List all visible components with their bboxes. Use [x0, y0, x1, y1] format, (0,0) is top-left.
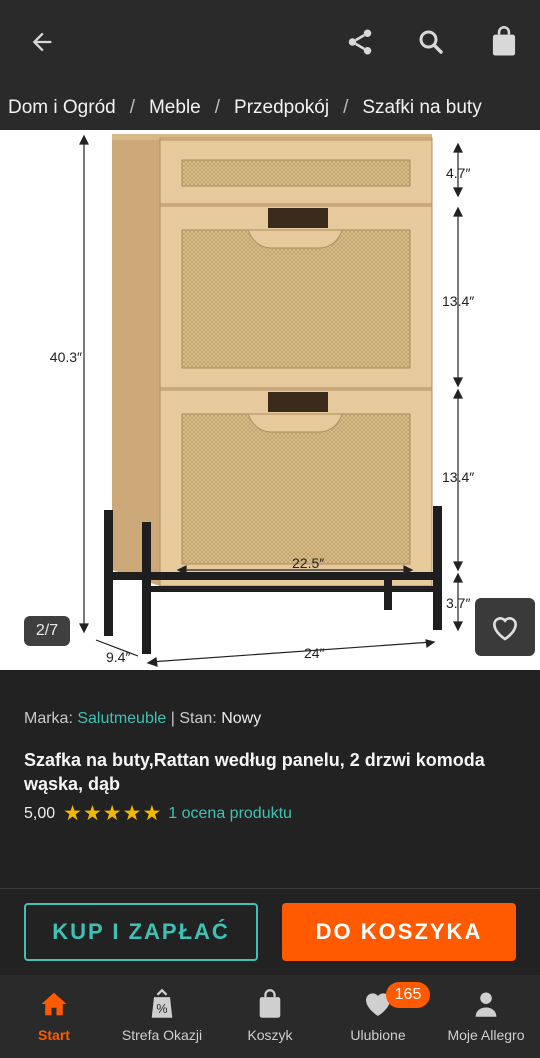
breadcrumb-separator: /	[343, 97, 349, 118]
cart-button[interactable]	[484, 22, 524, 62]
search-button[interactable]	[411, 22, 451, 62]
svg-text:%: %	[156, 1002, 167, 1016]
brand-label: Marka:	[24, 710, 73, 727]
nav-item-start[interactable]: Start	[0, 975, 108, 1058]
cart-bag-icon	[259, 989, 281, 1018]
breadcrumb-item[interactable]: Meble	[149, 97, 201, 119]
discount-bag-icon: %	[151, 988, 173, 1018]
dim-depth: 9.4″	[106, 649, 130, 665]
rating-value: 5,00	[24, 805, 56, 822]
nav-label: Koszyk	[247, 1027, 293, 1043]
heart-outline-icon	[492, 617, 518, 641]
breadcrumb-separator: /	[129, 97, 135, 118]
product-meta: Marka: Salutmeuble | Stan: Nowy	[24, 710, 261, 728]
nav-item-ulubione[interactable]: Ulubione 165	[324, 975, 432, 1058]
dim-legs: 3.7″	[446, 595, 470, 611]
home-icon	[41, 992, 67, 1016]
product-info: Marka: Salutmeuble | Stan: Nowy Szafka n…	[0, 670, 540, 890]
breadcrumb-separator: /	[214, 97, 221, 118]
star-rating-icon: ★★★★★	[63, 802, 163, 825]
search-icon	[419, 30, 443, 54]
shopping-bag-icon	[492, 26, 516, 56]
meta-divider: |	[170, 710, 175, 727]
breadcrumb-item[interactable]: Przedpokój	[234, 97, 329, 119]
share-button[interactable]	[340, 22, 380, 62]
product-image: 40.3″ 4.7″ 13.4″ 13.4″ 3.7″ 22.5″ 9.4″ 2…	[50, 134, 474, 667]
bottom-navigation: Start % Strefa Okazji Koszyk Ulubione 16…	[0, 975, 540, 1058]
dim-door-1: 13.4″	[442, 293, 474, 309]
favorites-count-badge: 165	[386, 982, 430, 1008]
condition-label: Stan:	[179, 710, 217, 727]
nav-item-moje-allegro[interactable]: Moje Allegro	[432, 975, 540, 1058]
nav-item-strefa-okazji[interactable]: % Strefa Okazji	[108, 975, 216, 1058]
user-icon	[475, 992, 497, 1017]
breadcrumb-item[interactable]: Dom i Ogród	[8, 97, 116, 119]
add-to-cart-button[interactable]: DO KOSZYKA	[282, 903, 516, 961]
brand-link[interactable]: Salutmeuble	[77, 710, 166, 727]
purchase-action-bar: KUP I ZAPŁAĆ DO KOSZYKA	[0, 888, 540, 974]
condition-value: Nowy	[221, 710, 262, 727]
dim-drawer-top: 4.7″	[446, 165, 470, 181]
arrow-left-icon	[32, 32, 52, 52]
add-to-favorites-button[interactable]	[475, 598, 535, 656]
product-rating[interactable]: 5,00 ★★★★★ 1 ocena produktu	[24, 802, 292, 825]
product-title: Szafka na buty,Rattan według panelu, 2 d…	[24, 750, 485, 794]
top-app-bar	[0, 0, 540, 86]
nav-label: Strefa Okazji	[121, 1027, 203, 1043]
back-button[interactable]	[22, 22, 62, 62]
dim-width: 24″	[304, 645, 325, 661]
dim-height-total: 40.3″	[50, 349, 82, 365]
dim-inner-width: 22.5″	[292, 555, 324, 571]
breadcrumb: Dom i Ogród / Meble / Przedpokój / Szafk…	[0, 86, 540, 130]
nav-item-koszyk[interactable]: Koszyk	[216, 975, 324, 1058]
product-image-gallery[interactable]: 40.3″ 4.7″ 13.4″ 13.4″ 3.7″ 22.5″ 9.4″ 2…	[0, 130, 540, 670]
buy-now-button[interactable]: KUP I ZAPŁAĆ	[24, 903, 258, 961]
dim-door-2: 13.4″	[442, 469, 474, 485]
gallery-pager: 2/7	[24, 616, 70, 646]
breadcrumb-item[interactable]: Szafki na buty	[362, 97, 481, 119]
rating-count-link[interactable]: 1 ocena produktu	[168, 805, 292, 823]
nav-label: Ulubione	[350, 1027, 406, 1043]
nav-label: Start	[38, 1027, 70, 1043]
nav-label: Moje Allegro	[447, 1027, 525, 1043]
share-icon	[348, 29, 372, 55]
